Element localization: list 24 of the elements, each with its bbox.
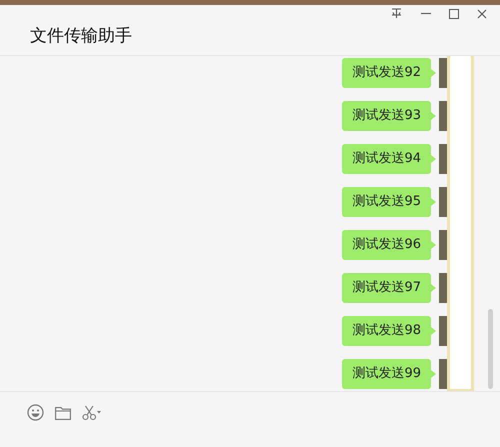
pin-icon[interactable] [391, 8, 402, 19]
avatar[interactable] [439, 359, 447, 389]
window-title: 文件传输助手 [30, 25, 132, 48]
scrollbar[interactable] [488, 309, 493, 389]
message-bubble[interactable]: 测试发送96 [342, 230, 431, 260]
avatar[interactable] [439, 187, 447, 217]
avatar[interactable] [439, 58, 447, 88]
avatar[interactable] [439, 316, 447, 346]
folder-icon[interactable] [55, 406, 71, 420]
message-bubble[interactable]: 测试发送94 [342, 144, 431, 174]
avatar[interactable] [439, 144, 447, 174]
close-icon[interactable] [477, 8, 487, 18]
avatar[interactable] [439, 101, 447, 131]
message-bubble[interactable]: 测试发送95 [342, 187, 431, 217]
avatar[interactable] [439, 230, 447, 260]
scissors-icon[interactable] [82, 404, 102, 420]
avatar[interactable] [439, 273, 447, 303]
message-bubble[interactable]: 测试发送92 [342, 58, 431, 88]
message-bubble[interactable]: 测试发送99 [342, 359, 431, 389]
message-bubble[interactable]: 测试发送97 [342, 273, 431, 303]
message-bubble[interactable]: 测试发送98 [342, 316, 431, 346]
message-bubble[interactable]: 测试发送93 [342, 101, 431, 131]
emoji-icon[interactable] [27, 404, 44, 421]
maximize-icon[interactable] [449, 8, 459, 18]
